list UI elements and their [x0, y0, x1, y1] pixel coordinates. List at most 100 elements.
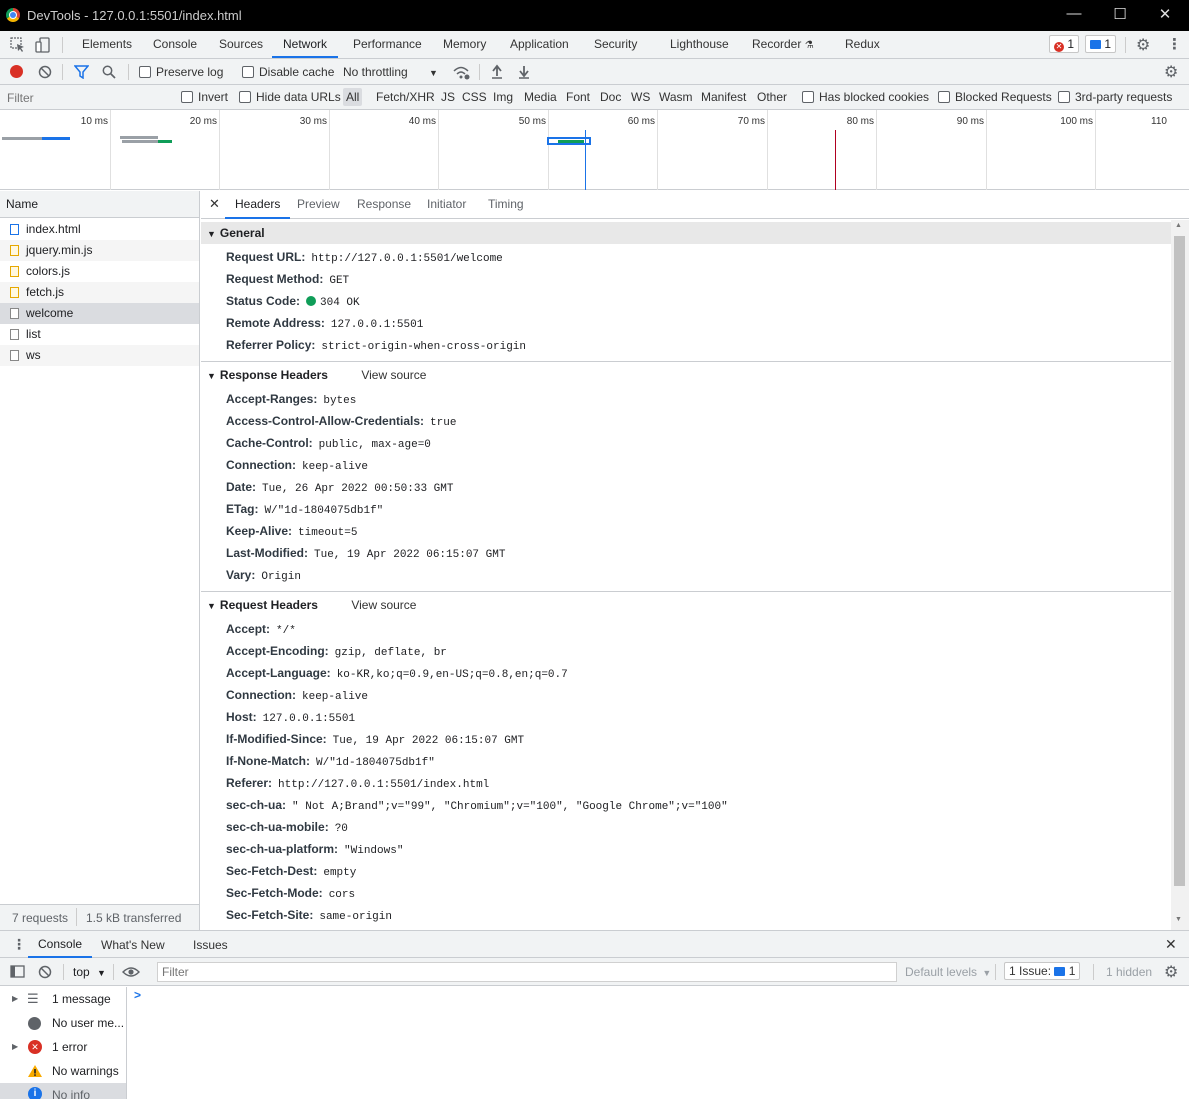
tab-security[interactable]: Security: [594, 31, 637, 58]
tab-elements[interactable]: Elements: [82, 31, 132, 58]
name-column-header[interactable]: Name: [0, 191, 199, 218]
inspect-element-icon[interactable]: [10, 37, 26, 53]
console-settings-gear-icon[interactable]: ⚙: [1164, 962, 1178, 982]
tab-recorder[interactable]: Recorder ⚗: [752, 31, 814, 58]
tab-timing[interactable]: Timing: [488, 197, 524, 211]
general-section-header[interactable]: ▼ General: [201, 222, 1171, 244]
filter-type-ws[interactable]: WS: [631, 90, 650, 104]
tab-lighthouse[interactable]: Lighthouse: [670, 31, 729, 58]
filter-type-all[interactable]: All: [343, 88, 363, 106]
request-row-list[interactable]: list: [0, 324, 199, 345]
throttling-select[interactable]: No throttling ▼: [343, 65, 438, 79]
sidebar-item-info[interactable]: i No info: [0, 1083, 126, 1099]
device-toolbar-icon[interactable]: [35, 37, 51, 53]
drawer-tab-whats-new[interactable]: What's New: [101, 938, 165, 952]
drawer-tab-console[interactable]: Console: [28, 931, 93, 958]
header-row: Vary: Origin: [226, 564, 301, 586]
view-source-link[interactable]: View source: [361, 368, 426, 382]
request-row-jquery[interactable]: jquery.min.js: [0, 240, 199, 261]
transferred-size: 1.5 kB transferred: [86, 911, 182, 925]
header-key: Host:: [226, 710, 257, 724]
console-prompt[interactable]: >: [134, 988, 141, 1002]
live-expression-eye-icon[interactable]: [122, 966, 140, 978]
tab-memory[interactable]: Memory: [443, 31, 486, 58]
header-value: 127.0.0.1:5501: [262, 713, 356, 725]
header-row: Sec-Fetch-Mode: cors: [226, 882, 355, 904]
tab-network[interactable]: Network: [272, 31, 339, 58]
tab-redux[interactable]: Redux: [845, 31, 880, 58]
tab-preview[interactable]: Preview: [297, 197, 340, 211]
tab-initiator[interactable]: Initiator: [427, 197, 466, 211]
clear-console-icon[interactable]: [38, 965, 52, 979]
sidebar-label: No warnings: [52, 1064, 119, 1078]
invert-checkbox[interactable]: Invert: [181, 90, 228, 104]
default-levels-select[interactable]: Default levels ▼: [905, 965, 991, 979]
drawer-tab-issues[interactable]: Issues: [193, 938, 228, 952]
error-counter[interactable]: ✕ 1: [1049, 35, 1080, 53]
request-row-colors[interactable]: colors.js: [0, 261, 199, 282]
tick-label: 40 ms: [408, 116, 436, 127]
tab-headers[interactable]: Headers: [225, 191, 291, 219]
filter-type-wasm[interactable]: Wasm: [659, 90, 693, 104]
console-filter-input[interactable]: [157, 962, 897, 982]
import-har-icon[interactable]: [490, 64, 504, 79]
scrollbar-thumb[interactable]: [1174, 236, 1185, 886]
request-row-ws[interactable]: ws: [0, 345, 199, 366]
message-counter[interactable]: 1: [1085, 35, 1117, 53]
close-drawer-icon[interactable]: ✕: [1165, 936, 1177, 953]
filter-type-doc[interactable]: Doc: [600, 90, 621, 104]
filter-type-font[interactable]: Font: [566, 90, 590, 104]
tab-performance[interactable]: Performance: [353, 31, 422, 58]
tab-sources[interactable]: Sources: [219, 31, 263, 58]
response-headers-section-header[interactable]: ▼ Response Headers View source: [201, 364, 1171, 386]
tab-application[interactable]: Application: [510, 31, 569, 58]
third-party-requests-checkbox[interactable]: 3rd-party requests: [1058, 90, 1172, 104]
filter-type-manifest[interactable]: Manifest: [701, 90, 746, 104]
preserve-log-checkbox[interactable]: Preserve log: [139, 65, 223, 79]
filter-input[interactable]: [3, 88, 168, 107]
filter-type-img[interactable]: Img: [493, 90, 513, 104]
scroll-down-icon[interactable]: ▼: [1175, 916, 1182, 923]
show-sidebar-icon[interactable]: [10, 965, 25, 978]
blocked-requests-checkbox[interactable]: Blocked Requests: [938, 90, 1052, 104]
network-settings-gear-icon[interactable]: ⚙: [1164, 62, 1178, 82]
maximize-button[interactable]: ☐: [1110, 5, 1130, 23]
sidebar-item-warnings[interactable]: No warnings: [0, 1059, 126, 1083]
request-row-fetch[interactable]: fetch.js: [0, 282, 199, 303]
settings-gear-icon[interactable]: ⚙: [1136, 35, 1150, 55]
minimize-button[interactable]: —: [1064, 5, 1084, 22]
sidebar-item-user-messages[interactable]: No user me...: [0, 1011, 126, 1035]
search-icon[interactable]: [102, 65, 116, 79]
context-select[interactable]: top ▼: [73, 965, 106, 979]
details-scrollbar[interactable]: ▲ ▼: [1171, 220, 1189, 930]
network-overview-timeline[interactable]: 10 ms 20 ms 30 ms 40 ms 50 ms 60 ms 70 m…: [0, 110, 1189, 190]
issues-counter[interactable]: 1 Issue: 1: [1004, 962, 1081, 980]
network-conditions-icon[interactable]: [452, 64, 470, 80]
clear-icon[interactable]: [38, 65, 52, 79]
more-options-icon[interactable]: ⋮: [1167, 35, 1182, 53]
sidebar-item-messages[interactable]: ▶ ☰ 1 message: [0, 987, 126, 1011]
record-icon[interactable]: [10, 65, 23, 78]
request-headers-section-header[interactable]: ▼ Request Headers View source: [201, 594, 1171, 616]
request-row-index-html[interactable]: index.html: [0, 219, 199, 240]
sidebar-item-errors[interactable]: ▶ ✕ 1 error: [0, 1035, 126, 1059]
disable-cache-checkbox[interactable]: Disable cache: [242, 65, 334, 79]
scroll-up-icon[interactable]: ▲: [1175, 222, 1182, 229]
has-blocked-cookies-checkbox[interactable]: Has blocked cookies: [802, 90, 929, 104]
drawer-menu-icon[interactable]: ⋮: [12, 936, 26, 953]
hide-data-urls-checkbox[interactable]: Hide data URLs: [239, 90, 341, 104]
info-icon: i: [28, 1087, 42, 1099]
filter-type-other[interactable]: Other: [757, 90, 787, 104]
filter-type-fetch-xhr[interactable]: Fetch/XHR: [376, 90, 435, 104]
tab-console[interactable]: Console: [153, 31, 197, 58]
request-row-welcome[interactable]: welcome: [0, 303, 199, 324]
export-har-icon[interactable]: [517, 64, 531, 79]
filter-type-css[interactable]: CSS: [462, 90, 487, 104]
filter-type-js[interactable]: JS: [441, 90, 455, 104]
close-details-icon[interactable]: ✕: [209, 196, 220, 212]
filter-type-media[interactable]: Media: [524, 90, 557, 104]
filter-icon[interactable]: [74, 65, 89, 79]
view-source-link[interactable]: View source: [351, 598, 416, 612]
tab-response[interactable]: Response: [357, 197, 411, 211]
close-window-button[interactable]: ✕: [1155, 5, 1175, 23]
